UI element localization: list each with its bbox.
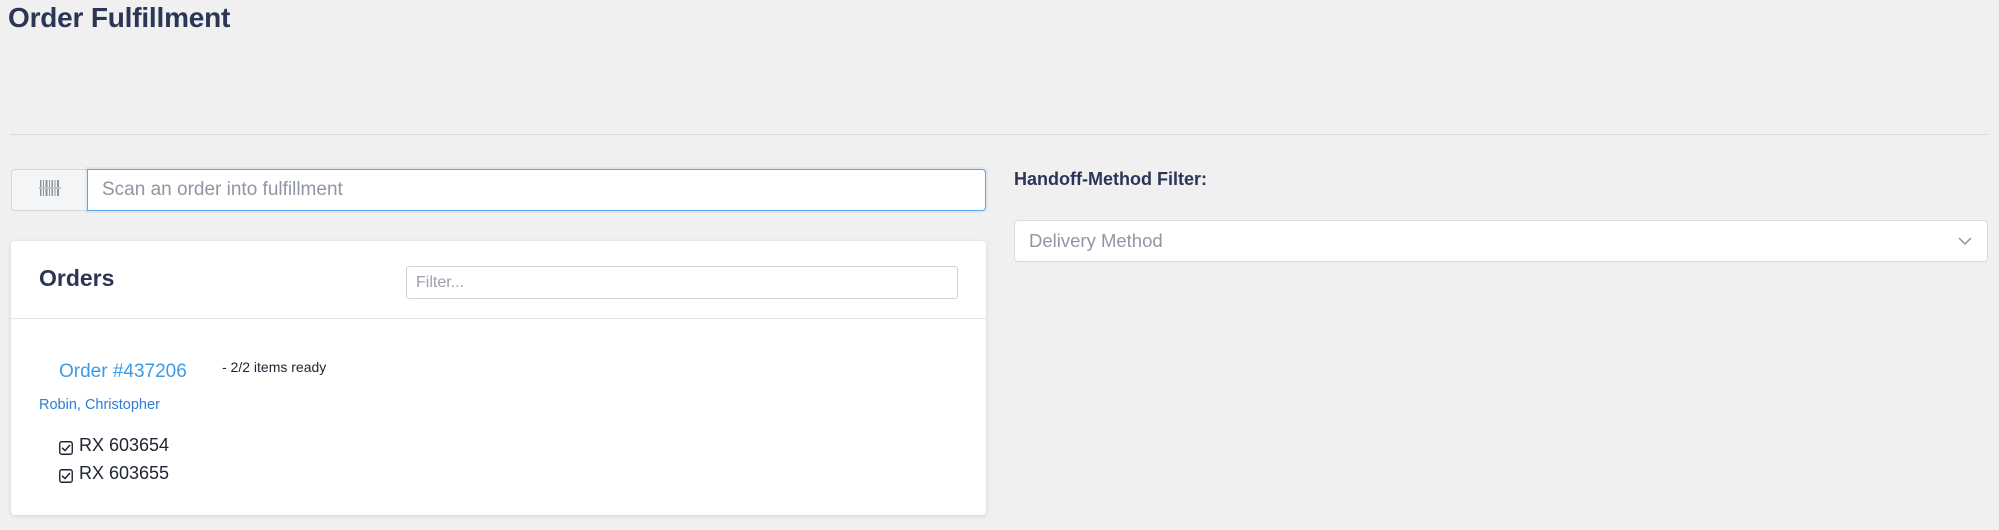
rx-label: RX 603655 (79, 463, 170, 483)
handoff-method-label: Handoff-Method Filter: (1014, 169, 1207, 189)
orders-header: Orders (11, 241, 986, 319)
orders-filter-input[interactable] (406, 266, 958, 299)
scan-input-group (11, 169, 986, 211)
scan-addon[interactable] (11, 169, 87, 211)
delivery-method-select[interactable]: Delivery Method (1014, 220, 1988, 262)
order-link[interactable]: Order #437206 (59, 361, 187, 383)
checked-box-icon[interactable] (59, 467, 73, 483)
checked-box-icon[interactable] (59, 439, 73, 455)
scan-order-input[interactable] (87, 169, 986, 211)
delivery-method-placeholder: Delivery Method (1029, 230, 1163, 251)
page-title: Order Fulfillment (8, 2, 231, 33)
header-divider (10, 134, 1988, 135)
orders-title: Orders (39, 265, 115, 291)
chevron-down-icon[interactable] (1957, 233, 1973, 249)
customer-link[interactable]: Robin, Christopher (39, 397, 160, 413)
order-status: - 2/2 items ready (222, 359, 327, 375)
rx-item[interactable]: RX 603655 (59, 463, 169, 484)
barcode-icon (38, 179, 61, 202)
orders-card: Orders Order #437206 - 2/2 items ready R… (11, 241, 986, 515)
rx-label: RX 603654 (79, 435, 170, 455)
rx-item[interactable]: RX 603654 (59, 435, 169, 456)
